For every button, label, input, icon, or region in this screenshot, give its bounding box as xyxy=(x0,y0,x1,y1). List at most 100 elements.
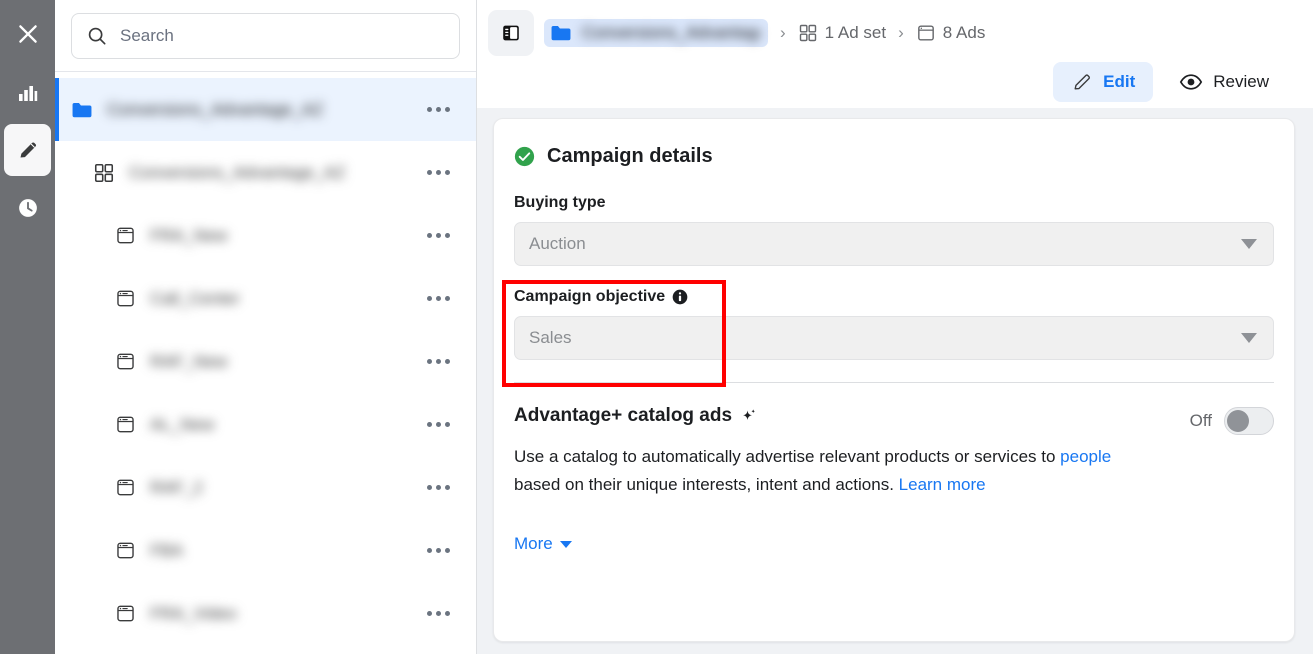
campaign-objective-label: Campaign objective xyxy=(514,288,1274,306)
review-tab-label: Review xyxy=(1213,71,1269,91)
close-icon xyxy=(18,25,37,43)
sparkle-icon xyxy=(743,409,756,421)
chevron-down-icon xyxy=(1241,333,1257,343)
ad-icon xyxy=(117,542,134,559)
clock-icon xyxy=(18,199,37,217)
ellipsis-icon[interactable] xyxy=(419,288,458,309)
card-header: Campaign details xyxy=(514,145,1274,168)
ad-icon xyxy=(115,288,136,309)
ad-icon xyxy=(115,603,136,624)
left-icon-rail xyxy=(0,0,55,654)
ad-icon xyxy=(115,414,136,435)
advantage-toggle-wrap: Off xyxy=(1190,405,1274,435)
green-check-icon xyxy=(514,146,535,167)
ellipsis-icon[interactable] xyxy=(419,603,458,624)
tree-row-label: FRA_Video xyxy=(150,603,237,623)
grid-icon xyxy=(799,24,816,41)
tree-row[interactable]: Conversions_Advantage_AZ xyxy=(55,141,476,204)
tree-row[interactable]: AL_New xyxy=(55,393,476,456)
history-button[interactable] xyxy=(4,182,51,234)
learn-more-link[interactable]: Learn more xyxy=(899,475,986,494)
ellipsis-icon[interactable] xyxy=(419,414,458,435)
ellipsis-icon[interactable] xyxy=(419,351,458,372)
tree-row[interactable]: FBA xyxy=(55,519,476,582)
search-input[interactable] xyxy=(120,26,445,46)
grid-icon xyxy=(93,162,115,184)
pencil-icon xyxy=(1074,73,1091,89)
action-buttons: Edit Review xyxy=(488,55,1297,108)
folder-icon xyxy=(551,25,571,40)
tree-row-label: AL_New xyxy=(150,414,215,434)
ellipsis-icon[interactable] xyxy=(419,162,458,183)
eye-icon xyxy=(1180,73,1203,90)
tree-row-label: Call_Center xyxy=(150,288,240,308)
breadcrumb-adset-label: 1 Ad set xyxy=(824,22,887,42)
tree-row[interactable]: Conversions_Advantage_AZ xyxy=(55,78,476,141)
ad-icon xyxy=(117,290,134,307)
tree-row-label: Conversions_Advantage_AZ xyxy=(107,99,324,119)
campaign-tree-sidebar: Conversions_Advantage_AZ Conversions_Adva… xyxy=(55,0,477,654)
page-title: Campaign details xyxy=(547,145,713,167)
tree-row-label: RAF_New xyxy=(150,351,228,371)
ellipsis-icon[interactable] xyxy=(419,477,458,498)
tree-row[interactable]: FRA_New xyxy=(55,204,476,267)
tree-row[interactable]: RAF_2 xyxy=(55,456,476,519)
ad-icon xyxy=(117,479,134,496)
caret-down-icon xyxy=(559,540,572,548)
info-icon[interactable] xyxy=(672,289,688,305)
edit-button[interactable] xyxy=(4,124,51,176)
ad-icon xyxy=(117,605,134,622)
breadcrumb: Conversions_Advantage_AZ › 1 Ad set › xyxy=(488,9,1297,56)
tree-row-label: FRA_New xyxy=(150,225,228,245)
breadcrumb-separator-2: › xyxy=(898,22,904,42)
more-label: More xyxy=(514,534,553,553)
edit-tab-label: Edit xyxy=(1103,71,1136,91)
advantage-header: Advantage+ catalog ads Off xyxy=(514,405,1274,435)
ad-icon xyxy=(115,351,136,372)
breadcrumb-campaign-label: Conversions_Advantage_AZ xyxy=(582,22,760,42)
breadcrumb-campaign[interactable]: Conversions_Advantage_AZ xyxy=(544,18,768,47)
analytics-button[interactable] xyxy=(4,66,51,118)
more-button[interactable]: More xyxy=(514,534,572,554)
ad-icon xyxy=(117,227,134,244)
breadcrumb-adset[interactable]: 1 Ad set xyxy=(798,23,886,43)
advantage-toggle[interactable] xyxy=(1224,407,1274,435)
buying-type-label-text: Buying type xyxy=(514,194,606,211)
campaign-tree: Conversions_Advantage_AZ Conversions_Adva… xyxy=(55,72,476,654)
tree-row[interactable]: RAF_New xyxy=(55,330,476,393)
tree-row-label: FBA xyxy=(150,540,184,560)
ad-icon xyxy=(117,353,134,370)
pencil-icon xyxy=(20,142,36,158)
tree-row[interactable]: Call_Center xyxy=(55,267,476,330)
folder-icon xyxy=(72,102,92,117)
search-box[interactable] xyxy=(71,13,460,59)
edit-tab[interactable]: Edit xyxy=(1053,61,1154,102)
breadcrumb-ads[interactable]: 8 Ads xyxy=(916,23,985,43)
content-area: Campaign details Buying type Auction Cam… xyxy=(477,108,1313,654)
advantage-desc-part1: Use a catalog to automatically advertise… xyxy=(514,447,1061,466)
tree-row[interactable]: FRA_Video xyxy=(55,582,476,645)
app-root: Conversions_Advantage_AZConversions_Adva… xyxy=(0,0,1313,654)
ellipsis-icon[interactable] xyxy=(419,540,458,561)
advantage-title: Advantage+ catalog ads xyxy=(514,405,758,427)
review-tab[interactable]: Review xyxy=(1161,61,1287,103)
ellipsis-icon[interactable] xyxy=(419,225,458,246)
people-link[interactable]: people xyxy=(1060,447,1111,466)
buying-type-select[interactable]: Auction xyxy=(514,222,1274,266)
breadcrumb-separator-1: › xyxy=(780,22,786,42)
panel-toggle-button[interactable] xyxy=(488,9,534,56)
campaign-objective-value: Sales xyxy=(529,328,572,347)
ad-icon xyxy=(917,24,934,41)
folder-icon xyxy=(71,101,93,119)
search-icon xyxy=(88,27,106,45)
campaign-objective-field: Campaign objective Sales xyxy=(514,288,1274,360)
ellipsis-icon[interactable] xyxy=(419,99,458,120)
advantage-toggle-state-label: Off xyxy=(1189,411,1212,430)
campaign-details-card: Campaign details Buying type Auction Cam… xyxy=(493,118,1295,642)
tree-row-label: RAF_2 xyxy=(150,477,203,497)
advantage-description: Use a catalog to automatically advertise… xyxy=(514,443,1154,499)
close-button[interactable] xyxy=(4,8,51,60)
campaign-objective-select[interactable]: Sales xyxy=(514,316,1274,360)
ad-icon xyxy=(115,477,136,498)
sidebar-panel-icon xyxy=(503,25,519,40)
